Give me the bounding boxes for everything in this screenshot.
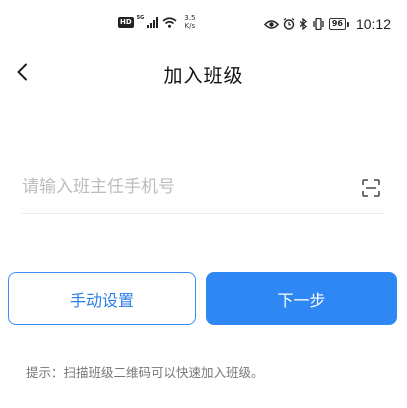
status-bar: HD 5G 3.5 K/s 96 10:12: [0, 0, 407, 50]
manual-setup-label: 手动设置: [69, 290, 134, 310]
signal-icon: [147, 16, 159, 28]
next-step-label: 下一步: [277, 290, 326, 310]
scan-icon: [362, 179, 380, 197]
qr-hint-text: 提示：扫描班级二维码可以快速加入班级。: [26, 365, 264, 380]
status-right-group: 96 10:12: [263, 16, 391, 32]
hd-badge: HD: [118, 16, 134, 28]
alarm-icon: [283, 18, 295, 30]
teacher-phone-input[interactable]: [22, 170, 342, 204]
network-speed-unit: K/s: [184, 22, 196, 30]
network-type-label: 5G: [136, 15, 145, 21]
battery-level: 96: [328, 18, 346, 30]
manual-setup-button[interactable]: 手动设置: [8, 272, 196, 325]
status-left-group: HD 5G 3.5 K/s: [118, 14, 195, 30]
clock-time: 10:12: [355, 16, 391, 32]
network-speed-value: 3.5: [184, 14, 196, 22]
eye-icon: [263, 19, 279, 29]
bluetooth-icon: [299, 18, 307, 30]
next-step-button[interactable]: 下一步: [206, 272, 397, 325]
phone-input-row: [22, 162, 385, 214]
vibrate-icon: [313, 18, 324, 30]
wifi-icon: [162, 16, 177, 28]
battery-indicator: 96: [328, 18, 349, 30]
scan-button[interactable]: [361, 178, 381, 198]
network-speed: 3.5 K/s: [184, 14, 195, 30]
page-title: 加入班级: [163, 65, 244, 87]
battery-tip: [346, 21, 349, 27]
app-header: 加入班级: [0, 50, 407, 94]
